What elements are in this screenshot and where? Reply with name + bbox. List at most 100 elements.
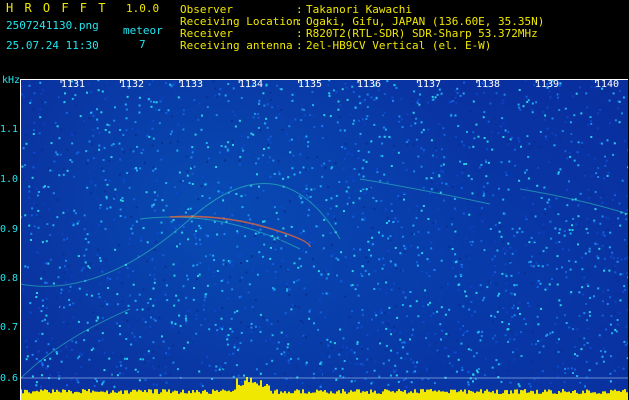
signal-floor-bar — [596, 393, 598, 400]
noise-speckle — [568, 326, 571, 329]
noise-speckle — [469, 110, 472, 113]
signal-floor-bar — [276, 389, 278, 400]
noise-speckle — [326, 338, 329, 341]
signal-floor-bar — [600, 393, 602, 400]
noise-speckle — [356, 357, 359, 360]
noise-speckle — [24, 344, 27, 347]
noise-speckle — [332, 370, 335, 373]
noise-speckle — [171, 325, 174, 328]
noise-speckle — [129, 294, 132, 297]
noise-speckle — [575, 223, 578, 226]
noise-speckle — [39, 371, 42, 374]
noise-speckle — [515, 284, 518, 286]
noise-speckle — [243, 374, 245, 377]
noise-speckle — [54, 155, 56, 157]
noise-speckle — [92, 347, 95, 350]
noise-speckle — [57, 276, 60, 279]
spectrogram — [20, 79, 628, 400]
noise-speckle — [309, 309, 312, 311]
signal-floor-bar — [188, 390, 190, 400]
noise-speckle — [334, 162, 337, 164]
noise-speckle — [116, 374, 119, 377]
signal-floor-bar — [196, 390, 198, 400]
noise-speckle — [526, 187, 529, 190]
noise-speckle — [167, 347, 170, 350]
hroft-window: H R O F F T 1.0.0 2507241130.png 25.07.2… — [0, 0, 629, 400]
noise-speckle — [265, 83, 268, 86]
noise-speckle — [229, 260, 232, 263]
noise-speckle — [428, 192, 431, 195]
noise-speckle — [500, 161, 503, 164]
noise-speckle — [556, 255, 559, 258]
noise-speckle — [300, 265, 303, 268]
noise-speckle — [561, 130, 564, 133]
noise-speckle — [244, 194, 247, 196]
noise-speckle — [369, 357, 372, 360]
noise-speckle — [409, 338, 411, 341]
noise-speckle — [250, 331, 253, 334]
signal-floor-bar — [302, 389, 304, 400]
noise-speckle — [385, 222, 388, 224]
noise-speckle — [509, 338, 512, 341]
noise-speckle — [28, 185, 31, 188]
noise-speckle — [405, 141, 408, 144]
noise-speckle — [624, 343, 627, 346]
noise-speckle — [442, 199, 445, 202]
noise-speckle — [339, 328, 342, 331]
noise-speckle — [97, 121, 99, 124]
noise-speckle — [373, 288, 376, 290]
noise-speckle — [583, 276, 586, 279]
noise-speckle — [69, 159, 72, 161]
signal-floor-bar — [112, 390, 114, 400]
noise-speckle — [511, 227, 514, 230]
noise-speckle — [56, 199, 59, 201]
noise-speckle — [362, 159, 365, 162]
noise-speckle — [517, 103, 520, 106]
noise-speckle — [280, 353, 283, 356]
noise-speckle — [592, 296, 595, 299]
noise-speckle — [623, 285, 626, 288]
noise-speckle — [172, 83, 175, 86]
noise-speckle — [244, 307, 247, 310]
signal-floor-bar — [618, 390, 620, 400]
noise-speckle — [271, 359, 274, 362]
noise-speckle — [381, 267, 384, 270]
signal-floor-bar — [408, 392, 410, 400]
noise-speckle — [170, 321, 173, 323]
noise-speckle — [147, 360, 150, 363]
signal-floor-bar — [46, 390, 48, 400]
noise-speckle — [603, 257, 606, 260]
noise-speckle — [175, 318, 178, 321]
noise-speckle — [171, 115, 174, 118]
noise-speckle — [589, 116, 592, 119]
noise-speckle — [200, 128, 203, 131]
noise-speckle — [608, 246, 611, 249]
noise-speckle — [25, 358, 28, 361]
noise-speckle — [492, 273, 494, 276]
signal-floor-bar — [204, 389, 206, 400]
noise-speckle — [229, 327, 232, 330]
noise-speckle — [450, 100, 453, 103]
noise-speckle — [153, 191, 156, 194]
noise-speckle — [345, 86, 348, 89]
signal-floor-bar — [306, 393, 308, 400]
noise-speckle — [205, 142, 208, 144]
signal-floor-bar — [86, 391, 88, 400]
noise-speckle — [339, 104, 342, 107]
noise-speckle — [96, 380, 98, 383]
signal-floor-bar — [78, 392, 80, 400]
signal-floor-bar — [412, 392, 414, 400]
noise-speckle — [294, 118, 297, 121]
noise-speckle — [236, 245, 239, 248]
noise-speckle — [189, 207, 192, 210]
signal-floor-bar — [608, 393, 610, 400]
noise-speckle — [413, 170, 416, 173]
noise-speckle — [420, 165, 423, 168]
noise-speckle — [78, 299, 81, 302]
noise-speckle — [244, 235, 247, 238]
noise-speckle — [472, 373, 475, 376]
noise-speckle — [356, 355, 359, 358]
noise-speckle — [208, 157, 211, 160]
x-tick-1133: 1133 — [179, 79, 204, 90]
noise-speckle — [524, 171, 527, 174]
